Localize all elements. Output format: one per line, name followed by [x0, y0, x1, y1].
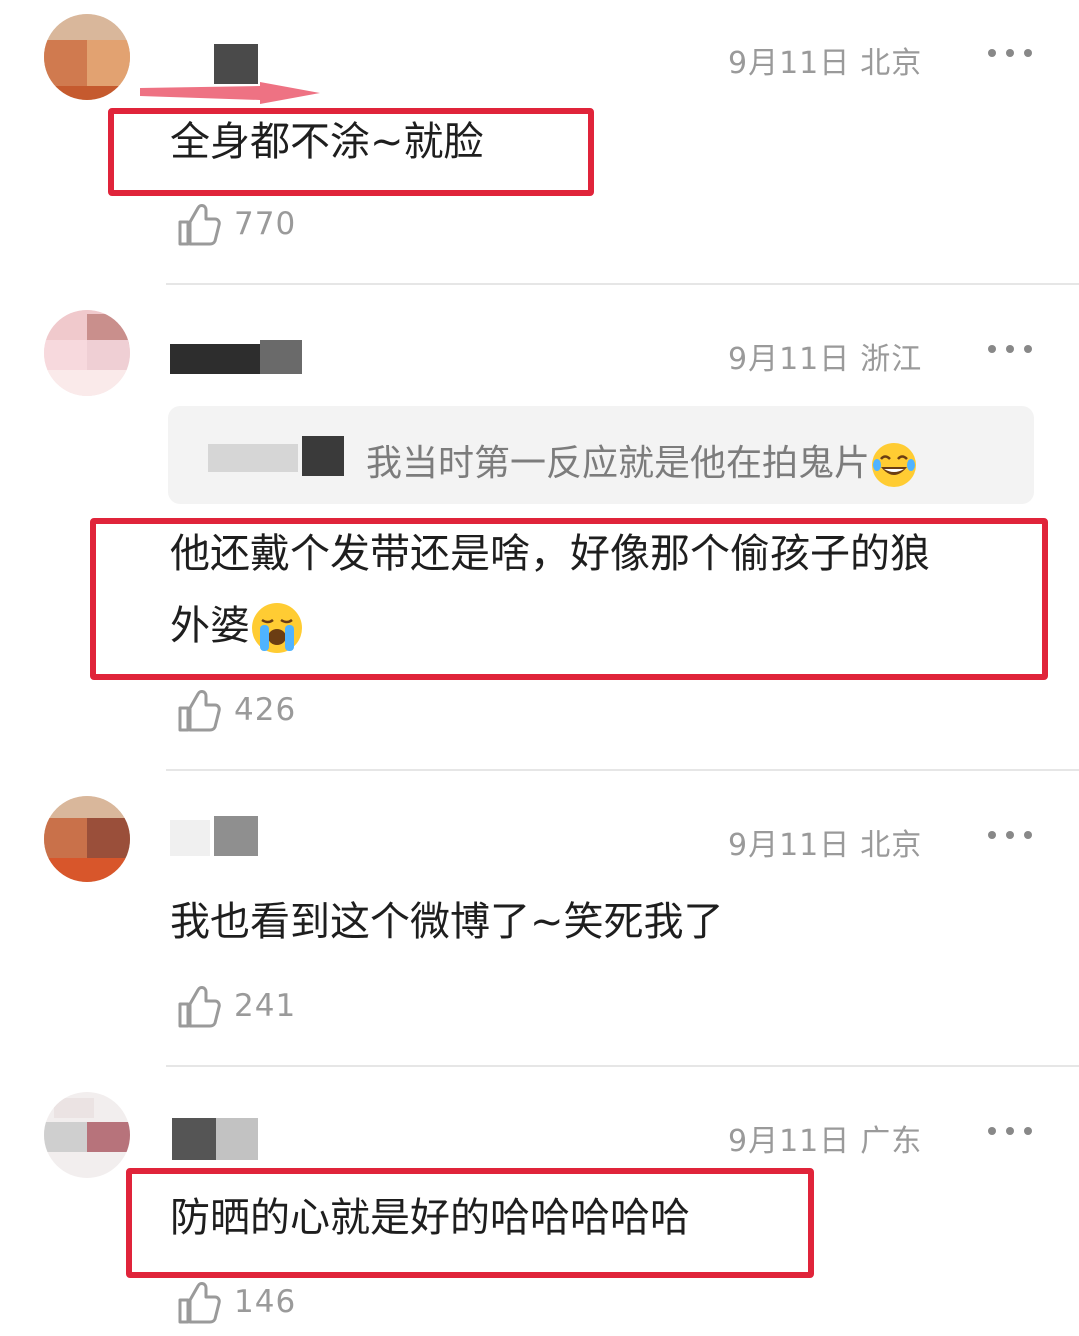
avatar[interactable] [44, 310, 130, 396]
comment-text: 全身都不涂~就脸 [170, 119, 484, 165]
divider [166, 769, 1079, 771]
comment-location: 北京 [860, 46, 923, 81]
avatar[interactable] [44, 796, 130, 882]
comment-date: 9月11日 [728, 342, 851, 377]
thumbs-up-icon [178, 690, 221, 732]
loudly-crying-emoji [252, 603, 302, 653]
username[interactable] [170, 1118, 270, 1160]
thumbs-up-icon [178, 986, 221, 1028]
more-dots-icon[interactable] [986, 828, 1034, 842]
comment-text: 他还戴个发带还是啥，好像那个偷孩子的狼 外婆 [170, 518, 930, 662]
avatar[interactable] [44, 1092, 130, 1178]
more-dots-icon[interactable] [986, 46, 1034, 60]
comment-location: 广东 [860, 1124, 923, 1159]
avatar[interactable] [44, 14, 130, 100]
comment-meta: 9月11日 广东 [728, 1116, 922, 1160]
comment-meta: 9月11日 北京 [728, 38, 922, 82]
comment-text: 防晒的心就是好的哈哈哈哈哈 [170, 1195, 690, 1241]
divider [166, 1065, 1079, 1067]
username[interactable] [170, 340, 310, 380]
comment-text: 我也看到这个微博了~笑死我了 [170, 899, 724, 945]
comment-date: 9月11日 [728, 1124, 851, 1159]
like-count: 241 [234, 988, 297, 1024]
more-dots-icon[interactable] [986, 1124, 1034, 1138]
like-count: 426 [234, 692, 297, 728]
comment-text-line: 外婆 [170, 590, 930, 662]
thumbs-up-icon [178, 204, 221, 246]
like-count: 770 [234, 206, 297, 242]
red-arrow-annotation [140, 82, 320, 104]
thumbs-up-icon [178, 1282, 221, 1324]
like-count: 146 [234, 1284, 297, 1320]
quoted-username [208, 436, 344, 476]
comment-location: 北京 [860, 828, 923, 863]
username[interactable] [170, 816, 270, 856]
quoted-reply[interactable]: 我当时第一反应就是他在拍鬼片 [168, 406, 1034, 504]
comment-text-line: 他还戴个发带还是啥，好像那个偷孩子的狼 [170, 531, 930, 577]
quoted-text: 我当时第一反应就是他在拍鬼片 [366, 434, 917, 487]
comment-meta: 9月11日 浙江 [728, 334, 922, 378]
comment-meta: 9月11日 北京 [728, 820, 922, 864]
username[interactable] [170, 44, 290, 84]
comment-location: 浙江 [860, 342, 923, 377]
divider [166, 283, 1079, 285]
comment-date: 9月11日 [728, 828, 851, 863]
more-dots-icon[interactable] [986, 342, 1034, 356]
laughing-tears-emoji [872, 443, 917, 487]
comment-date: 9月11日 [728, 46, 851, 81]
